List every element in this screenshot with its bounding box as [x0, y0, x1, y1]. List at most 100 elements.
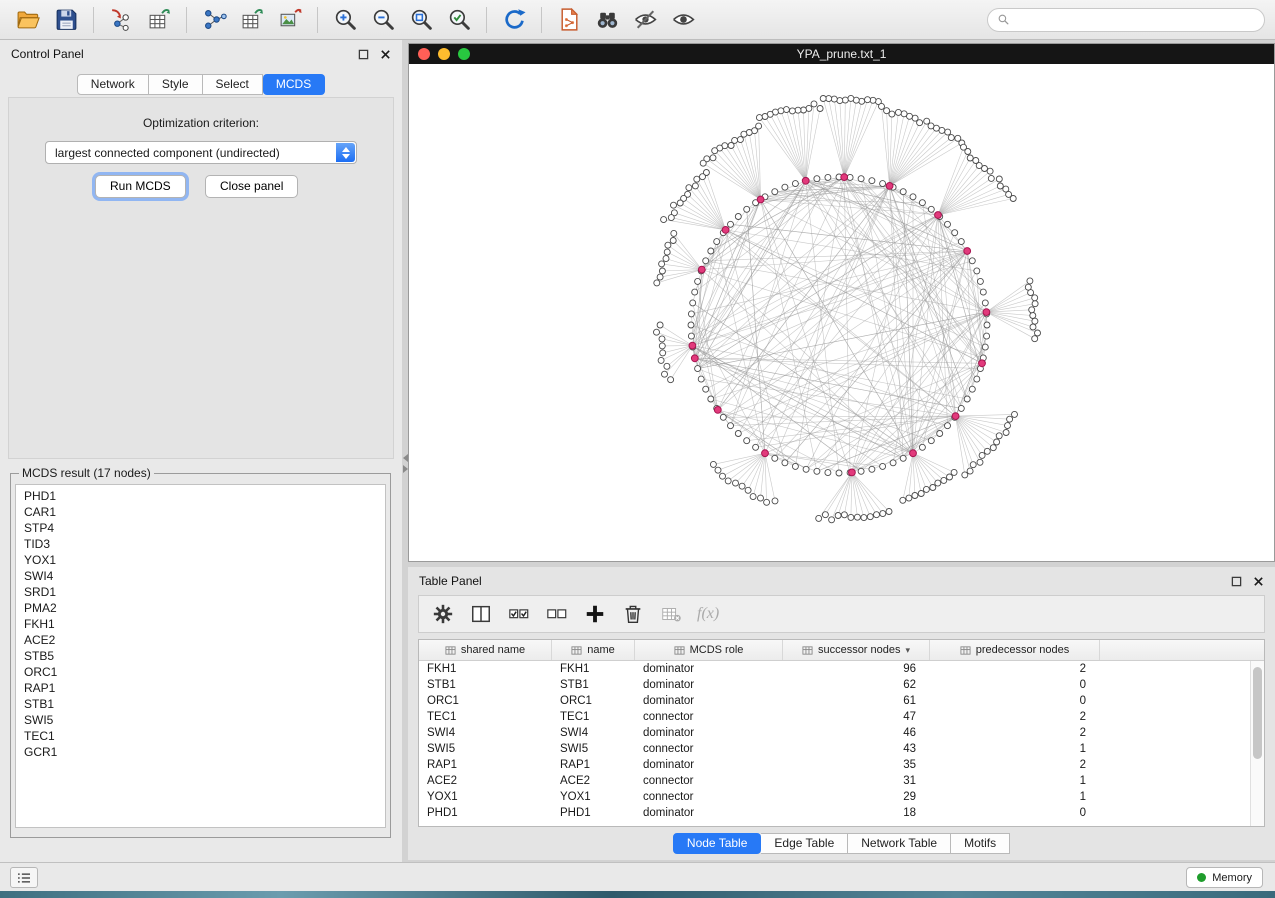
table-cell[interactable]: 43 [783, 743, 930, 755]
tab-network-table[interactable]: Network Table [848, 833, 951, 854]
new-network-button[interactable] [196, 5, 232, 35]
table-cell[interactable]: STB1 [552, 679, 635, 691]
mcds-result-item[interactable]: STB5 [16, 648, 385, 664]
network-canvas[interactable] [409, 64, 1274, 561]
table-cell[interactable]: YOX1 [419, 791, 552, 803]
table-cell[interactable]: YOX1 [552, 791, 635, 803]
mcds-result-item[interactable]: YOX1 [16, 552, 385, 568]
table-cell[interactable]: dominator [635, 663, 783, 675]
memory-button[interactable]: Memory [1186, 867, 1263, 888]
window-close-button[interactable] [418, 48, 430, 60]
table-row[interactable]: ACE2ACE2connector311 [419, 773, 1250, 789]
table-cell[interactable]: RAP1 [552, 759, 635, 771]
first-neighbors-button[interactable] [589, 5, 625, 35]
table-cell[interactable]: FKH1 [419, 663, 552, 675]
table-row[interactable]: FKH1FKH1dominator962 [419, 661, 1250, 677]
float-panel-icon[interactable] [358, 49, 369, 60]
mcds-result-item[interactable]: PHD1 [16, 488, 385, 504]
table-cell[interactable]: TEC1 [552, 711, 635, 723]
table-cell[interactable]: 96 [783, 663, 930, 675]
mcds-result-list[interactable]: PHD1CAR1STP4TID3YOX1SWI4SRD1PMA2FKH1ACE2… [15, 484, 386, 828]
select-all-columns-button[interactable] [503, 600, 535, 628]
table-vertical-scrollbar[interactable] [1250, 661, 1264, 826]
network-graph[interactable] [409, 64, 1274, 561]
mcds-result-item[interactable]: SWI5 [16, 712, 385, 728]
column-header-name[interactable]: name [552, 640, 635, 660]
mcds-result-item[interactable]: PMA2 [16, 600, 385, 616]
table-cell[interactable]: dominator [635, 759, 783, 771]
tab-mcds[interactable]: MCDS [263, 74, 325, 95]
mcds-result-item[interactable]: SWI4 [16, 568, 385, 584]
show-all-button[interactable] [665, 5, 701, 35]
table-row[interactable]: STB1STB1dominator620 [419, 677, 1250, 693]
table-row[interactable]: SWI4SWI4dominator462 [419, 725, 1250, 741]
import-network-button[interactable] [103, 5, 139, 35]
table-cell[interactable]: 62 [783, 679, 930, 691]
table-cell[interactable]: 2 [930, 727, 1100, 739]
delete-column-button[interactable] [617, 600, 649, 628]
table-row[interactable]: TEC1TEC1connector472 [419, 709, 1250, 725]
table-row[interactable]: SWI5SWI5connector431 [419, 741, 1250, 757]
table-cell[interactable]: dominator [635, 807, 783, 819]
table-cell[interactable]: STB1 [419, 679, 552, 691]
zoom-in-button[interactable] [327, 5, 363, 35]
mcds-result-item[interactable]: CAR1 [16, 504, 385, 520]
mcds-result-item[interactable]: TEC1 [16, 728, 385, 744]
run-mcds-button[interactable]: Run MCDS [95, 175, 186, 198]
new-table-button[interactable] [234, 5, 270, 35]
create-column-button[interactable] [579, 600, 611, 628]
table-cell[interactable]: 46 [783, 727, 930, 739]
mcds-result-item[interactable]: FKH1 [16, 616, 385, 632]
table-cell[interactable]: dominator [635, 695, 783, 707]
zoom-fit-button[interactable] [403, 5, 439, 35]
table-cell[interactable]: 1 [930, 775, 1100, 787]
optimization-criterion-select[interactable]: largest connected component (undirected) [45, 141, 357, 164]
table-cell[interactable]: SWI4 [552, 727, 635, 739]
table-cell[interactable]: 1 [930, 743, 1100, 755]
zoom-selected-button[interactable] [441, 5, 477, 35]
zoom-out-button[interactable] [365, 5, 401, 35]
column-header-shared-name[interactable]: shared name [419, 640, 552, 660]
table-row[interactable]: ORC1ORC1dominator610 [419, 693, 1250, 709]
export-image-button[interactable] [272, 5, 308, 35]
table-cell[interactable]: RAP1 [419, 759, 552, 771]
table-row[interactable]: PHD1PHD1dominator180 [419, 805, 1250, 821]
mcds-result-item[interactable]: RAP1 [16, 680, 385, 696]
table-row[interactable]: YOX1YOX1connector291 [419, 789, 1250, 805]
window-minimize-button[interactable] [438, 48, 450, 60]
open-session-button[interactable] [10, 5, 46, 35]
table-cell[interactable]: dominator [635, 727, 783, 739]
export-document-button[interactable] [551, 5, 587, 35]
table-cell[interactable]: ORC1 [419, 695, 552, 707]
table-cell[interactable]: PHD1 [552, 807, 635, 819]
scrollbar-thumb[interactable] [1253, 667, 1262, 759]
tab-select[interactable]: Select [203, 74, 263, 95]
table-cell[interactable]: 18 [783, 807, 930, 819]
table-cell[interactable]: 2 [930, 759, 1100, 771]
table-cell[interactable]: FKH1 [552, 663, 635, 675]
mcds-result-item[interactable]: STP4 [16, 520, 385, 536]
table-cell[interactable]: 31 [783, 775, 930, 787]
table-cell[interactable]: 0 [930, 695, 1100, 707]
table-cell[interactable]: ACE2 [552, 775, 635, 787]
column-header-successor-nodes[interactable]: successor nodes▾ [783, 640, 930, 660]
mcds-result-item[interactable]: SRD1 [16, 584, 385, 600]
table-cell[interactable]: 2 [930, 711, 1100, 723]
deselect-all-columns-button[interactable] [541, 600, 573, 628]
table-cell[interactable]: 29 [783, 791, 930, 803]
table-cell[interactable]: 2 [930, 663, 1100, 675]
table-cell[interactable]: 61 [783, 695, 930, 707]
float-panel-icon[interactable] [1231, 576, 1242, 587]
show-columns-button[interactable] [465, 600, 497, 628]
table-cell[interactable]: 35 [783, 759, 930, 771]
table-settings-button[interactable] [427, 600, 459, 628]
tab-edge-table[interactable]: Edge Table [761, 833, 848, 854]
table-cell[interactable]: ORC1 [552, 695, 635, 707]
task-manager-button[interactable] [10, 867, 38, 888]
table-cell[interactable]: connector [635, 743, 783, 755]
table-cell[interactable]: 0 [930, 679, 1100, 691]
save-session-button[interactable] [48, 5, 84, 35]
close-panel-icon[interactable] [380, 49, 391, 60]
table-cell[interactable]: connector [635, 711, 783, 723]
table-cell[interactable]: SWI4 [419, 727, 552, 739]
